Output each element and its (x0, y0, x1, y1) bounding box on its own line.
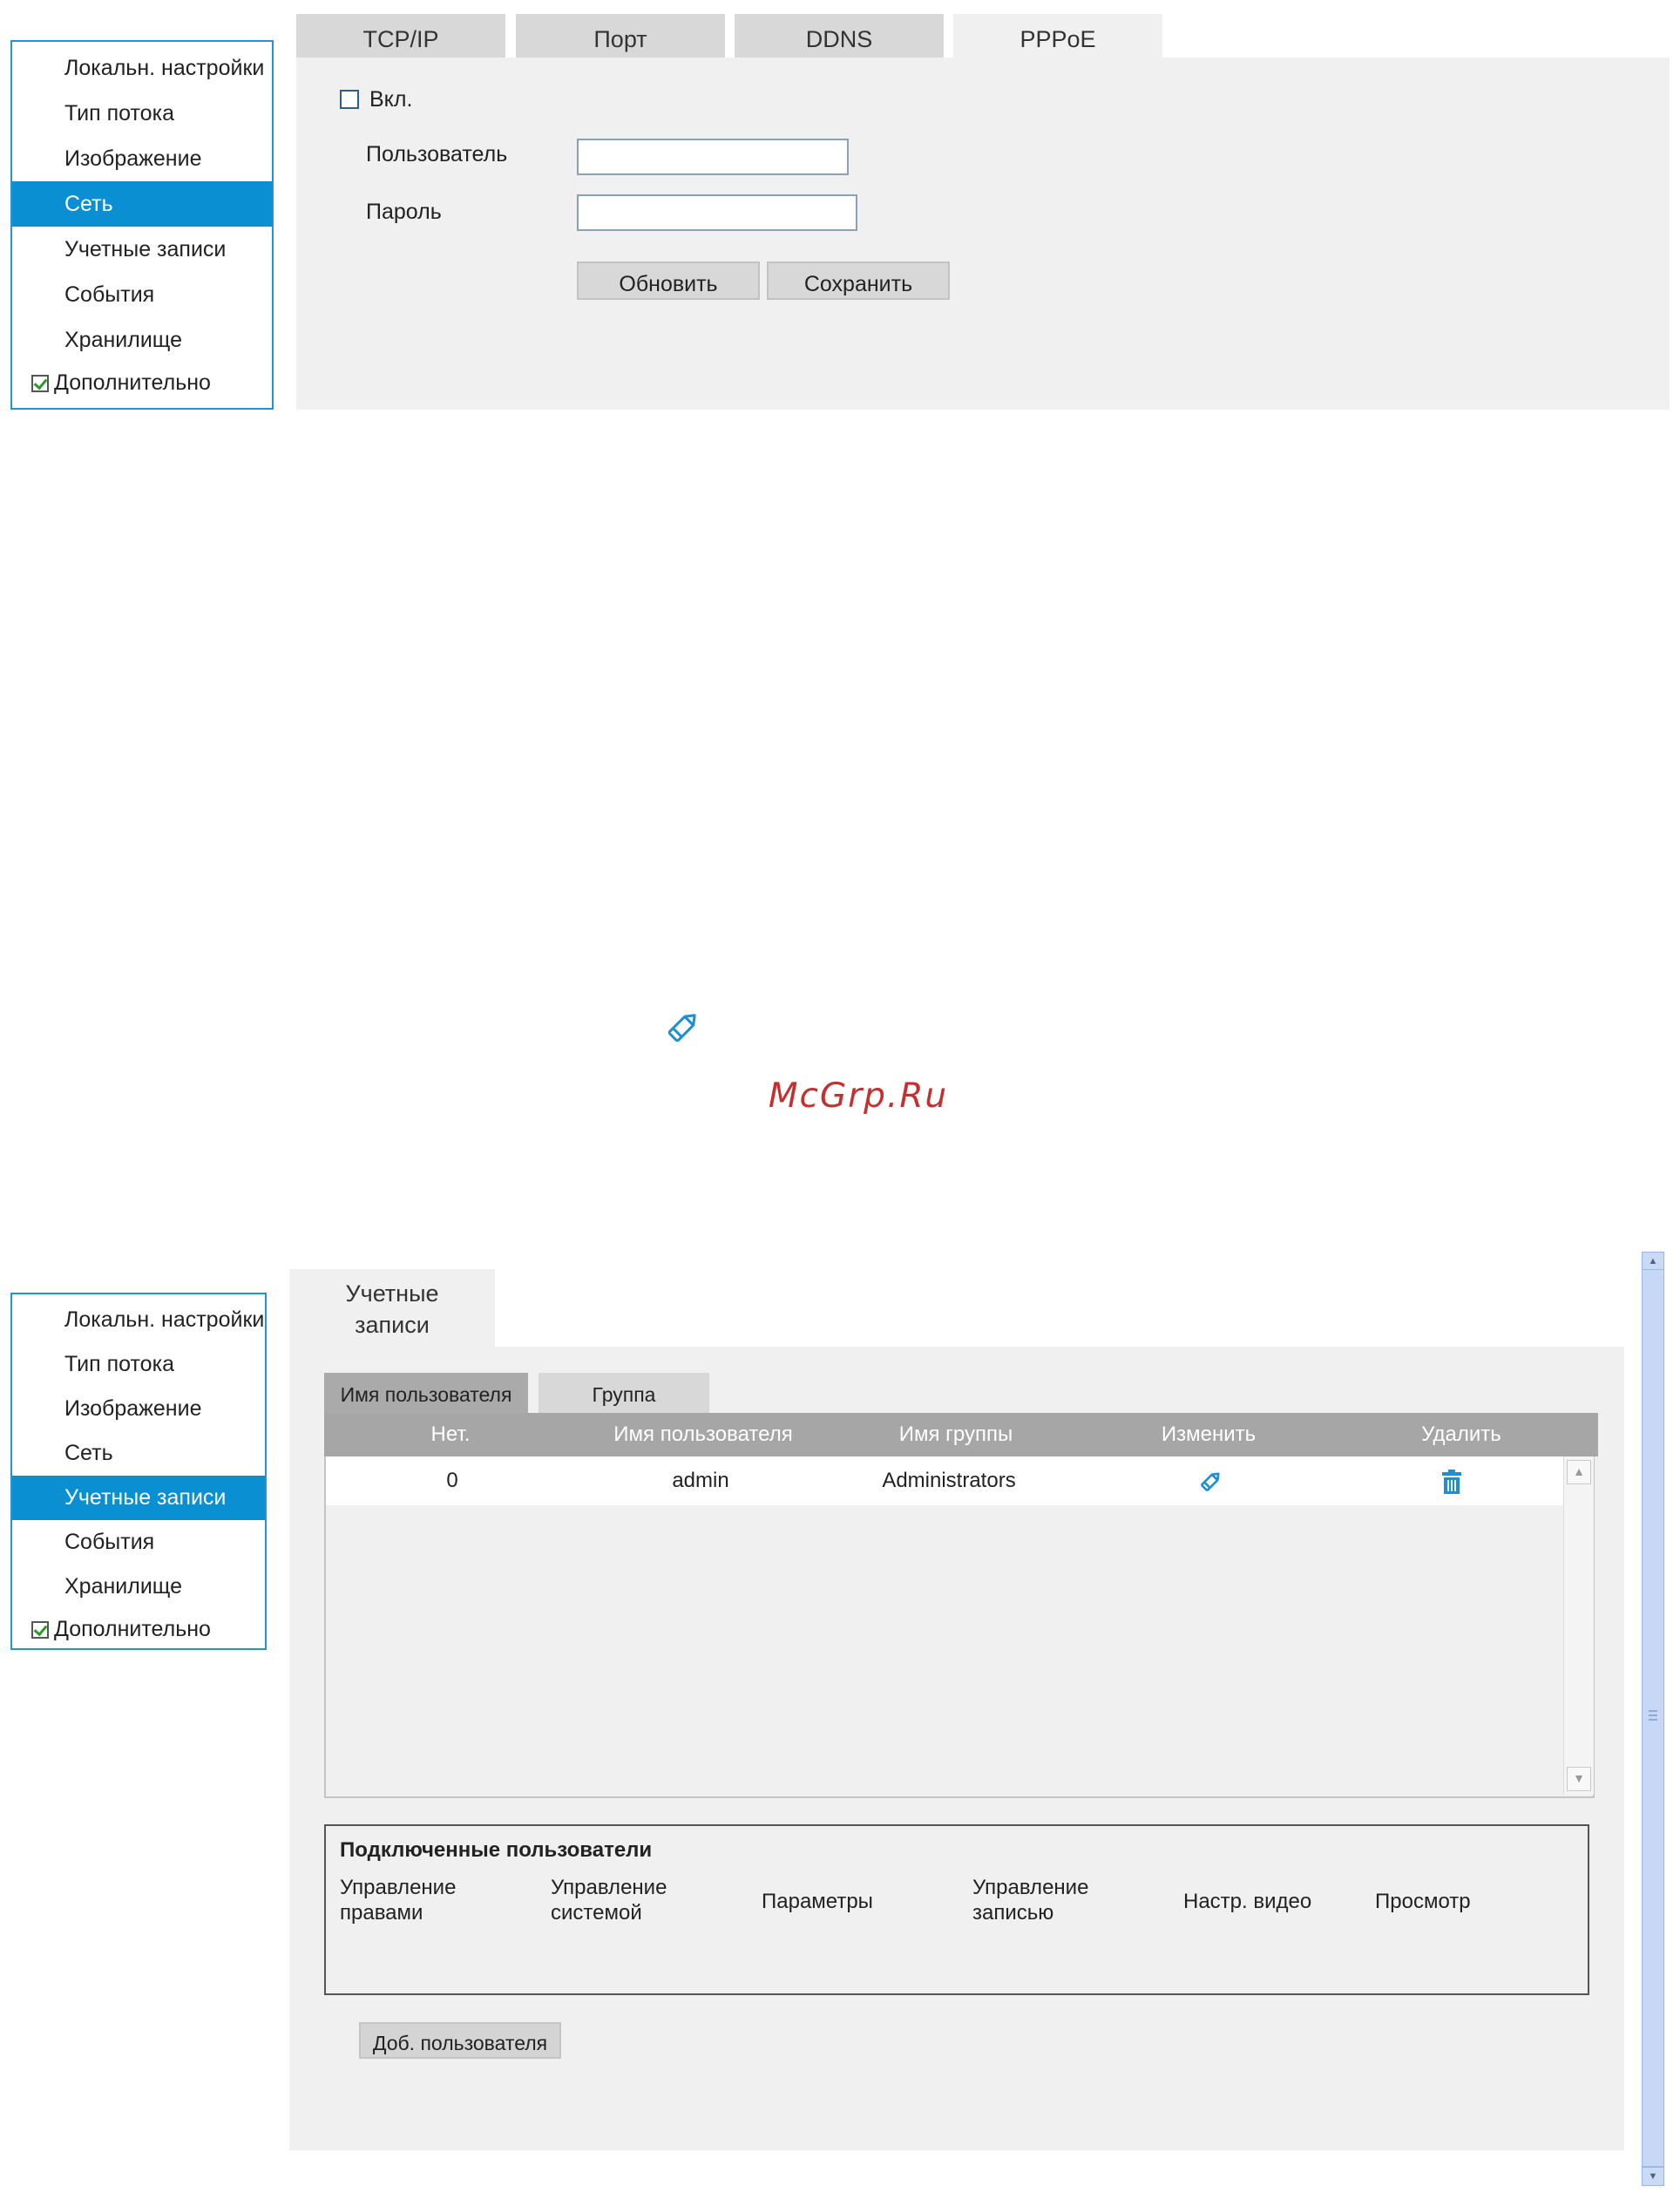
sidebar-item-accounts[interactable]: Учетные записи (12, 1476, 265, 1520)
advanced-label: Дополнительно (54, 370, 211, 395)
user-input[interactable] (577, 139, 849, 175)
header-group-name: Имя группы (898, 1422, 1013, 1446)
perm-video-settings: Настр. видео (1183, 1890, 1312, 1913)
tab-pppoe[interactable]: PPPoE (953, 14, 1162, 58)
scroll-up-icon[interactable]: ▲ (1567, 1460, 1591, 1484)
tab-port[interactable]: Порт (516, 14, 725, 58)
subtab-group[interactable]: Группа (539, 1373, 709, 1413)
perm-parameters: Параметры (762, 1890, 873, 1913)
tab-accounts-line2: записи (355, 1312, 430, 1338)
table-row[interactable]: 0 admin Administrators (326, 1456, 1563, 1505)
sidebar-item-image[interactable]: Изображение (12, 136, 272, 181)
page-scroll-down-icon[interactable]: ▼ (1642, 2167, 1664, 2186)
add-user-button[interactable]: Доб. пользователя (359, 2022, 561, 2059)
pppoe-enable-checkbox[interactable] (340, 90, 359, 109)
watermark-text: McGrp.Ru (768, 1076, 949, 1116)
refresh-button[interactable]: Обновить (577, 261, 760, 300)
tab-ddns[interactable]: DDNS (735, 14, 944, 58)
save-button[interactable]: Сохранить (767, 261, 950, 300)
users-table-body: 0 admin Administrators ▲ ▼ (324, 1456, 1595, 1798)
sidebar-item-advanced[interactable]: Дополнительно (12, 363, 272, 403)
cell-group: Administrators (882, 1469, 1016, 1492)
sidebar-item-advanced[interactable]: Дополнительно (12, 1609, 265, 1649)
page-scroll-up-icon[interactable]: ▲ (1642, 1252, 1664, 1271)
cell-username: admin (672, 1469, 729, 1492)
sidebar-item-stream-type[interactable]: Тип потока (12, 1342, 265, 1387)
sidebar-item-accounts[interactable]: Учетные записи (12, 227, 272, 272)
cell-no: 0 (446, 1469, 458, 1492)
user-label: Пользователь (366, 142, 508, 166)
pencil-icon (662, 1008, 702, 1048)
perm-system-management: Управление системой (551, 1876, 667, 1925)
header-edit: Изменить (1161, 1422, 1257, 1446)
sidebar-item-storage[interactable]: Хранилище (12, 317, 272, 363)
header-no: Нет. (430, 1422, 471, 1446)
tab-accounts-line1: Учетные (345, 1280, 439, 1307)
sidebar-item-events[interactable]: События (12, 272, 272, 317)
header-username: Имя пользователя (613, 1422, 793, 1446)
users-table-header: Нет. Имя пользователя Имя группы Изменит… (324, 1413, 1598, 1456)
scroll-down-icon[interactable]: ▼ (1567, 1767, 1591, 1791)
sidebar-item-events[interactable]: События (12, 1520, 265, 1565)
sidebar-item-local-settings[interactable]: Локальн. настройки (12, 1298, 265, 1342)
sidebar-menu: Локальн. настройки Тип потока Изображени… (10, 40, 274, 410)
connected-users-title: Подключенные пользователи (340, 1838, 653, 1862)
edit-pencil-icon[interactable] (1197, 1469, 1223, 1495)
sidebar-menu-2: Локальн. настройки Тип потока Изображени… (10, 1293, 267, 1650)
sidebar-item-image[interactable]: Изображение (12, 1387, 265, 1431)
connected-users-box: Подключенные пользователи Управление прав… (324, 1824, 1589, 1995)
table-scrollbar[interactable]: ▲ ▼ (1563, 1456, 1594, 1795)
tab-tcpip[interactable]: TCP/IP (296, 14, 505, 58)
pppoe-panel (296, 58, 1670, 410)
trash-icon[interactable] (1441, 1470, 1462, 1494)
password-label: Пароль (366, 200, 442, 224)
perm-rights-management: Управление правами (340, 1876, 457, 1925)
advanced-checkbox[interactable] (31, 375, 49, 392)
sidebar-item-local-settings[interactable]: Локальн. настройки (12, 45, 272, 91)
sidebar-item-network[interactable]: Сеть (12, 181, 272, 227)
perm-view: Просмотр (1375, 1890, 1471, 1913)
subtab-username[interactable]: Имя пользователя (324, 1373, 528, 1413)
page-scrollbar[interactable]: ▲ ▼ (1640, 1252, 1666, 2188)
advanced-label: Дополнительно (54, 1617, 211, 1641)
sidebar-item-storage[interactable]: Хранилище (12, 1565, 265, 1609)
password-input[interactable] (577, 194, 857, 231)
page-scroll-thumb[interactable] (1642, 1269, 1664, 2167)
pppoe-enable-label: Вкл. (369, 87, 413, 112)
sidebar-item-network[interactable]: Сеть (12, 1431, 265, 1476)
sidebar-item-stream-type[interactable]: Тип потока (12, 91, 272, 136)
header-delete: Удалить (1421, 1422, 1501, 1446)
advanced-checkbox[interactable] (31, 1621, 49, 1639)
perm-record-management: Управление записью (972, 1876, 1089, 1925)
tab-accounts[interactable]: Учетные записи (289, 1269, 495, 1348)
